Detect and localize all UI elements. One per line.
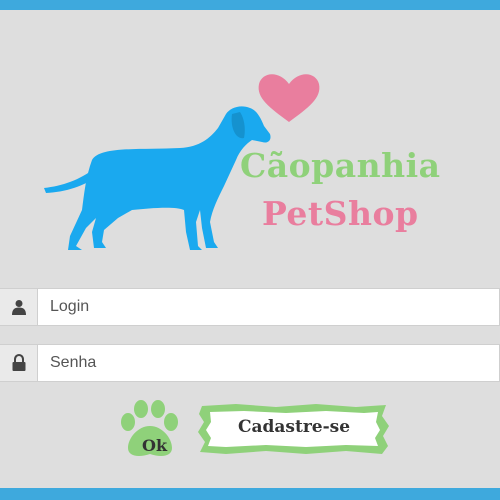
password-field [0,344,500,382]
login-input[interactable] [38,288,500,326]
register-label: Cadastre-se [237,417,351,437]
dog-logo-icon [44,74,320,250]
register-button[interactable]: Cadastre-se [196,402,392,456]
lock-icon [12,354,25,371]
login-field [0,288,500,326]
login-panel: Cãopanhia PetShop Login Ok Cadastre-se [0,10,500,488]
brand-name: Cãopanhia [240,146,441,185]
password-input[interactable] [38,344,500,382]
ok-button[interactable]: Ok [116,398,184,460]
heart-icon [258,74,320,122]
password-addon [0,344,38,382]
login-addon [0,288,38,326]
ok-label: Ok [142,436,168,455]
logo: Cãopanhia PetShop [0,10,500,270]
user-icon [11,300,26,315]
brand-subtitle: PetShop [262,194,419,233]
